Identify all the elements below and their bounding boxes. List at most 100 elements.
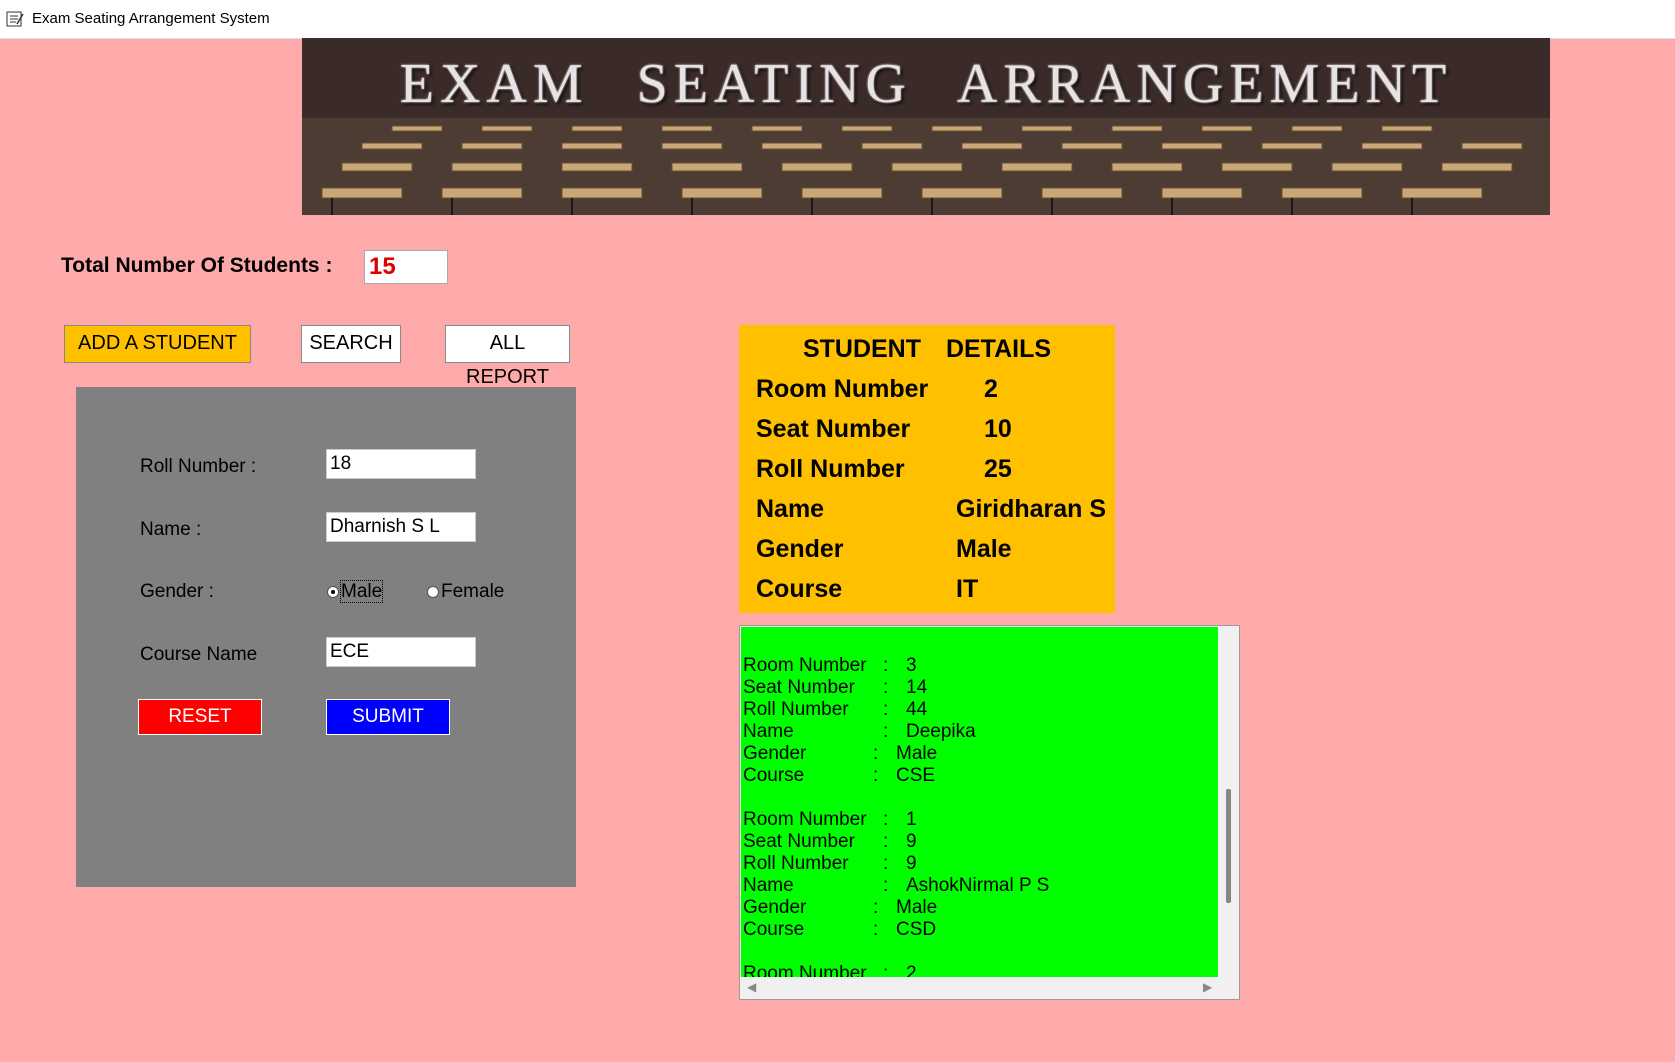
report-line	[743, 787, 1213, 809]
report-content: Course:CSERoom Number:3Seat Number:14Rol…	[741, 627, 1218, 977]
detail-label: Seat Number	[756, 415, 911, 443]
name-field[interactable]: Dharnish S L	[326, 512, 476, 542]
report-lines: Course:CSERoom Number:3Seat Number:14Rol…	[743, 627, 1213, 977]
report-line: Seat Number:9	[743, 831, 1213, 853]
report-line-colon: :	[883, 853, 889, 874]
radio-unchecked-icon	[427, 585, 439, 598]
report-line-colon: :	[873, 743, 879, 764]
banner-title: EXAM SEATING ARRANGEMENT	[399, 53, 1453, 115]
report-line-key: Seat Number	[743, 677, 855, 698]
detail-value: IT	[956, 575, 979, 603]
detail-value: Giridharan S	[956, 495, 1107, 523]
report-line-colon: :	[883, 721, 889, 742]
report-line-value: 14	[906, 677, 928, 698]
vertical-scrollbar[interactable]	[1218, 627, 1239, 977]
report-line: Roll Number:9	[743, 853, 1213, 875]
report-line-key: Gender	[743, 897, 807, 918]
report-line-key: Gender	[743, 743, 807, 764]
report-line-value: Deepika	[906, 721, 976, 742]
course-name-field[interactable]: ECE	[326, 637, 476, 667]
detail-label: Roll Number	[756, 455, 905, 483]
scroll-right-icon[interactable]: ▶	[1203, 980, 1212, 994]
report-line-value: 44	[906, 699, 928, 720]
report-line-key: Roll Number	[743, 853, 849, 874]
report-line-value: Male	[896, 897, 938, 918]
report-line: Gender: Male	[743, 897, 1213, 919]
report-line: Room Number:3	[743, 655, 1213, 677]
report-line-key: Course	[743, 919, 805, 940]
report-line-colon: :	[883, 699, 889, 720]
report-line-value: 3	[906, 655, 917, 676]
report-line: Name: AshokNirmal P S	[743, 875, 1213, 897]
total-students-field[interactable]: 15	[364, 250, 448, 284]
report-line-value: CSD	[896, 919, 937, 940]
report-line-colon: :	[873, 897, 879, 918]
detail-label: Room Number	[756, 375, 929, 403]
gender-label: Gender :	[140, 581, 214, 602]
roll-number-field[interactable]: 18	[326, 449, 476, 479]
horizontal-scrollbar[interactable]: ◀ ▶	[741, 977, 1218, 998]
detail-value: 25	[984, 455, 1012, 483]
report-line-key: Room Number	[743, 809, 867, 830]
report-line-key: Room Number	[743, 963, 867, 977]
report-line-value: 9	[906, 853, 917, 874]
course-name-label: Course Name	[140, 644, 258, 665]
report-line-colon: :	[883, 831, 889, 852]
report-line-key: Room Number	[743, 655, 867, 676]
report-line-colon: :	[883, 677, 889, 698]
reset-button[interactable]: RESET	[138, 699, 262, 735]
roll-number-label: Roll Number :	[140, 456, 257, 477]
detail-label: Name	[756, 495, 825, 523]
report-text-area[interactable]: Course:CSERoom Number:3Seat Number:14Rol…	[739, 625, 1240, 1000]
detail-label: Gender	[756, 535, 844, 563]
report-line-colon: :	[883, 963, 889, 977]
window-title: Exam Seating Arrangement System	[32, 10, 270, 27]
report-line-key: Name	[743, 875, 794, 896]
report-line: Seat Number:14	[743, 677, 1213, 699]
notepad-icon	[6, 11, 24, 27]
report-line	[743, 633, 1213, 655]
report-line	[743, 941, 1213, 963]
report-line-colon: :	[873, 765, 879, 786]
detail-value: 2	[984, 375, 998, 403]
gender-male-radio[interactable]: Male	[327, 580, 384, 603]
gender-male-label: Male	[339, 580, 384, 603]
detail-value: 10	[984, 415, 1012, 443]
title-bar: Exam Seating Arrangement System	[0, 0, 1675, 39]
report-line-colon: :	[873, 919, 879, 940]
gender-female-label: Female	[441, 581, 505, 602]
report-line-colon: :	[883, 809, 889, 830]
report-line-key: Roll Number	[743, 699, 849, 720]
add-student-form: Roll Number : 18 Name : Dharnish S L Gen…	[76, 387, 576, 887]
report-line: Room Number: 2	[743, 963, 1213, 977]
detail-label: Course	[756, 575, 843, 603]
report-line: Room Number:1	[743, 809, 1213, 831]
report-line: Course: CSE	[743, 765, 1213, 787]
radio-checked-icon	[327, 585, 339, 598]
gender-female-radio[interactable]: Female	[427, 581, 504, 603]
add-student-button[interactable]: ADD A STUDENT	[64, 325, 251, 363]
report-line-key: Seat Number	[743, 831, 855, 852]
total-students-label: Total Number Of Students :	[61, 254, 333, 277]
all-report-button[interactable]: ALL REPORT	[445, 325, 570, 388]
report-line-value: CSE	[896, 765, 936, 786]
student-details-panel: STUDENT DETAILS Room Number 2 Seat Numbe…	[739, 325, 1115, 613]
report-line-value: 1	[906, 809, 917, 830]
report-line: Course: CSD	[743, 919, 1213, 941]
search-button[interactable]: SEARCH	[301, 325, 401, 363]
report-line-colon: :	[883, 875, 889, 896]
report-line-colon: :	[883, 655, 889, 676]
report-line: Name: Deepika	[743, 721, 1213, 743]
report-line-value: 2	[906, 963, 917, 977]
name-label: Name :	[140, 519, 202, 540]
banner-image: EXAM SEATING ARRANGEMENT	[302, 38, 1550, 215]
scroll-thumb[interactable]	[1226, 789, 1231, 903]
student-details-title: STUDENT DETAILS	[802, 335, 1052, 363]
report-line-value: AshokNirmal P S	[906, 875, 1050, 896]
report-line: Gender: Male	[743, 743, 1213, 765]
report-line-key: Course	[743, 765, 805, 786]
report-line: Roll Number:44	[743, 699, 1213, 721]
submit-button[interactable]: SUBMIT	[326, 699, 450, 735]
report-line-key: Name	[743, 721, 794, 742]
scroll-left-icon[interactable]: ◀	[747, 980, 756, 994]
